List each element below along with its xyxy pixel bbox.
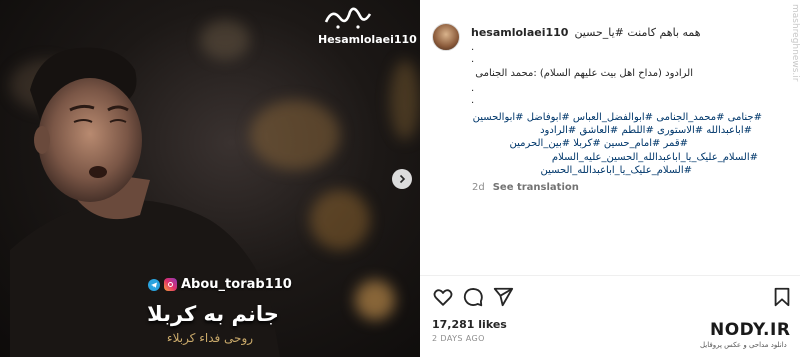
caption-header: hesamlolaei110 همه باهم کامنت #یا_حسین <box>471 26 701 39</box>
caption-dot: . <box>471 42 475 53</box>
site-watermark-subtitle: دانلود مداحی و عکس پروفایل <box>700 341 787 349</box>
caption-dot: . <box>471 54 475 65</box>
hashtag-line[interactable]: #جنامی #محمد_الجنامی #ابوالفضل_العباس #ا… <box>473 112 762 123</box>
overlay-title: جانم به کربلا <box>147 302 279 326</box>
instagram-icon <box>164 278 177 291</box>
caption-meta: 2d See translation <box>472 182 579 193</box>
username-link[interactable]: hesamlolaei110 <box>471 26 568 39</box>
post-media[interactable]: Hesamlolaei110 Abou_torab110 جانم به کرب… <box>0 0 420 357</box>
caption-dot: . <box>471 95 475 106</box>
hashtag-line[interactable]: #قمر #امام_حسین #کربلا #بین_الحرمین <box>510 138 688 149</box>
chevron-right-icon <box>399 174 406 184</box>
overlay-subtitle: روحی فداء کربلاء <box>166 331 254 345</box>
post-date: 2 DAYS AGO <box>432 334 485 343</box>
site-watermark: NODY.IR <box>710 320 791 340</box>
next-media-button[interactable] <box>392 169 412 189</box>
hashtag-line[interactable]: #السلام_علیک_یا_اباعبدالله_الحسین_علیه_ا… <box>552 152 758 163</box>
comment-icon[interactable] <box>462 286 484 308</box>
caption-first-line: همه باهم کامنت #یا_حسین <box>574 26 701 39</box>
caption-dot: . <box>471 83 475 94</box>
top-handle: Hesamlolaei110 <box>318 33 420 46</box>
side-watermark: mashreghnews.ir <box>790 4 800 82</box>
handle-text: Hesamlolaei110 <box>318 33 417 46</box>
heart-icon[interactable] <box>432 286 454 308</box>
bottom-handle: Abou_torab110 <box>148 277 292 292</box>
caption-credit-line: الرادود (مداح اهل بیت علیهم السلام) :محم… <box>475 68 693 79</box>
divider <box>420 275 800 276</box>
hashtag-line[interactable]: #اباعبدالله #الاستوری #اللطم #العاشق #ال… <box>540 125 752 136</box>
like-count[interactable]: 17,281 likes <box>432 318 507 331</box>
handle-text: Abou_torab110 <box>181 277 292 292</box>
see-translation-link[interactable]: See translation <box>493 182 579 193</box>
bookmark-icon[interactable] <box>771 286 793 308</box>
telegram-icon <box>148 278 160 291</box>
avatar[interactable] <box>432 23 460 51</box>
hashtag-line[interactable]: #السلام_علیک_یا_اباعبدالله_الحسین <box>540 165 692 176</box>
send-icon[interactable] <box>492 286 514 308</box>
channel-logo <box>318 0 378 34</box>
time-ago: 2d <box>472 182 485 193</box>
